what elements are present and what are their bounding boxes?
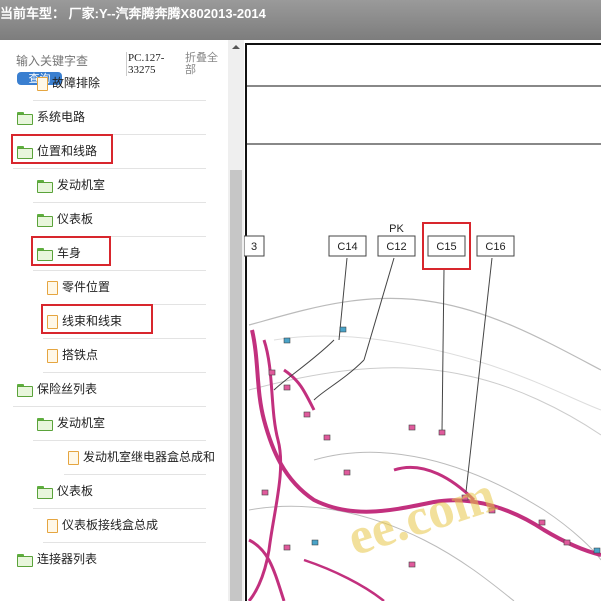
sunroof-outline	[273, 335, 601, 411]
tree-separator	[13, 168, 206, 169]
tree-item-label: 故障排除	[52, 76, 101, 90]
tree-item-label: 保险丝列表	[37, 382, 98, 396]
tree-separator	[33, 508, 206, 509]
tree-scrollbar[interactable]	[228, 40, 244, 601]
folder-icon	[37, 417, 53, 431]
tree-separator	[43, 338, 206, 339]
tree-separator	[33, 202, 206, 203]
car-body-outline	[248, 367, 601, 436]
tree-item-label: 仪表板	[57, 484, 94, 498]
connector-leader-c16	[465, 257, 493, 493]
connector-label: C12	[386, 241, 406, 253]
tree-separator	[33, 270, 206, 271]
search-input[interactable]	[16, 53, 112, 69]
tree-item-label: 仪表板	[57, 212, 94, 226]
document-icon	[37, 76, 48, 91]
tree-item-label: 发动机室	[57, 416, 106, 430]
connector-label: 3	[251, 241, 257, 253]
connector-leader-c12	[363, 257, 395, 361]
tree-item[interactable]: 仪表板	[37, 208, 93, 230]
navigation-panel: 查询 PC.127-33275 折叠全部 故障排除系统电路位置和线路发动机室仪表…	[0, 40, 244, 601]
folder-icon	[17, 553, 33, 567]
tree-item[interactable]: 搭铁点	[47, 344, 98, 366]
highlight-box	[11, 134, 113, 164]
tree-item-label: 连接器列表	[37, 552, 98, 566]
window-title-bar: 当前车型： 厂家:Y--汽奔腾奔腾X802013-2014	[0, 0, 601, 40]
tree-separator	[33, 440, 206, 441]
connector-c15: C15	[422, 222, 471, 270]
wire	[313, 359, 365, 401]
tree-item[interactable]: 仪表板	[37, 480, 93, 502]
tree-item[interactable]: 系统电路	[17, 106, 85, 128]
tree-item-label: 搭铁点	[62, 348, 99, 362]
tree-item-label: 系统电路	[37, 110, 86, 124]
tree-separator	[43, 542, 206, 543]
connector-label: C14	[337, 241, 357, 253]
pc-code-label: PC.127-33275	[126, 52, 180, 76]
tree-item-label: 发动机室	[57, 178, 106, 192]
wire	[273, 339, 335, 391]
watermark: ee.com	[341, 466, 503, 567]
document-icon	[47, 280, 58, 295]
document-icon	[47, 518, 58, 533]
document-tree: 故障排除 系统电路 位置和线路 发动机室 仪表板 车身 零件位置 线束和线束 搭铁点 保险丝列表发…	[0, 76, 228, 601]
connector-leader-c15	[441, 268, 445, 433]
folder-icon	[37, 485, 53, 499]
wiring-diagram: 3 C14 C12 PK C15 C16 ee.com	[244, 43, 601, 601]
tree-separator	[13, 406, 206, 407]
connector-note: PK	[389, 223, 404, 235]
vehicle-title: 当前车型： 厂家:Y--汽奔腾奔腾X802013-2014	[0, 6, 266, 21]
tree-item[interactable]: 发动机室	[37, 412, 105, 434]
document-icon	[68, 450, 79, 465]
connector-label: C16	[485, 241, 505, 253]
tree-item[interactable]: 保险丝列表	[17, 378, 97, 400]
tree-item-label: 仪表板接线盒总成	[62, 518, 159, 532]
tree-item[interactable]: 仪表板接线盒总成	[47, 514, 158, 536]
wiring-diagram-view[interactable]: 3 C14 C12 PK C15 C16 ee.com	[244, 40, 601, 601]
connector-label: C15	[436, 241, 456, 253]
highlight-box	[31, 236, 111, 266]
tree-item[interactable]: 发动机室继电器盒总成和	[68, 446, 215, 468]
collapse-all-link[interactable]: 折叠全部	[185, 52, 225, 76]
folder-icon	[37, 213, 53, 227]
connector-c16: C16	[476, 235, 515, 257]
wire-harness	[247, 339, 283, 601]
car-body-outline	[248, 297, 601, 371]
wire-harness	[303, 558, 385, 601]
tree-item[interactable]: 故障排除	[37, 72, 100, 94]
connector-c14: C14	[328, 235, 367, 257]
connector-c12: C12 PK	[377, 223, 416, 257]
tree-separator	[33, 100, 206, 101]
scroll-thumb[interactable]	[230, 170, 242, 601]
highlight-box	[41, 304, 153, 334]
tree-item[interactable]: 零件位置	[47, 276, 110, 298]
folder-icon	[37, 179, 53, 193]
folder-icon	[17, 111, 33, 125]
tree-item[interactable]: 连接器列表	[17, 548, 97, 570]
connector-3: 3	[244, 235, 265, 257]
tree-item-label: 发动机室继电器盒总成和	[83, 450, 216, 464]
tree-separator	[64, 474, 206, 475]
tree-separator	[43, 372, 206, 373]
tree-item[interactable]: 发动机室	[37, 174, 105, 196]
document-icon	[47, 348, 58, 363]
scroll-up-arrow-icon[interactable]	[228, 40, 244, 54]
connector-labels: 3 C14 C12 PK C15 C16	[244, 222, 515, 270]
folder-icon	[17, 383, 33, 397]
tree-item-label: 零件位置	[62, 280, 111, 294]
